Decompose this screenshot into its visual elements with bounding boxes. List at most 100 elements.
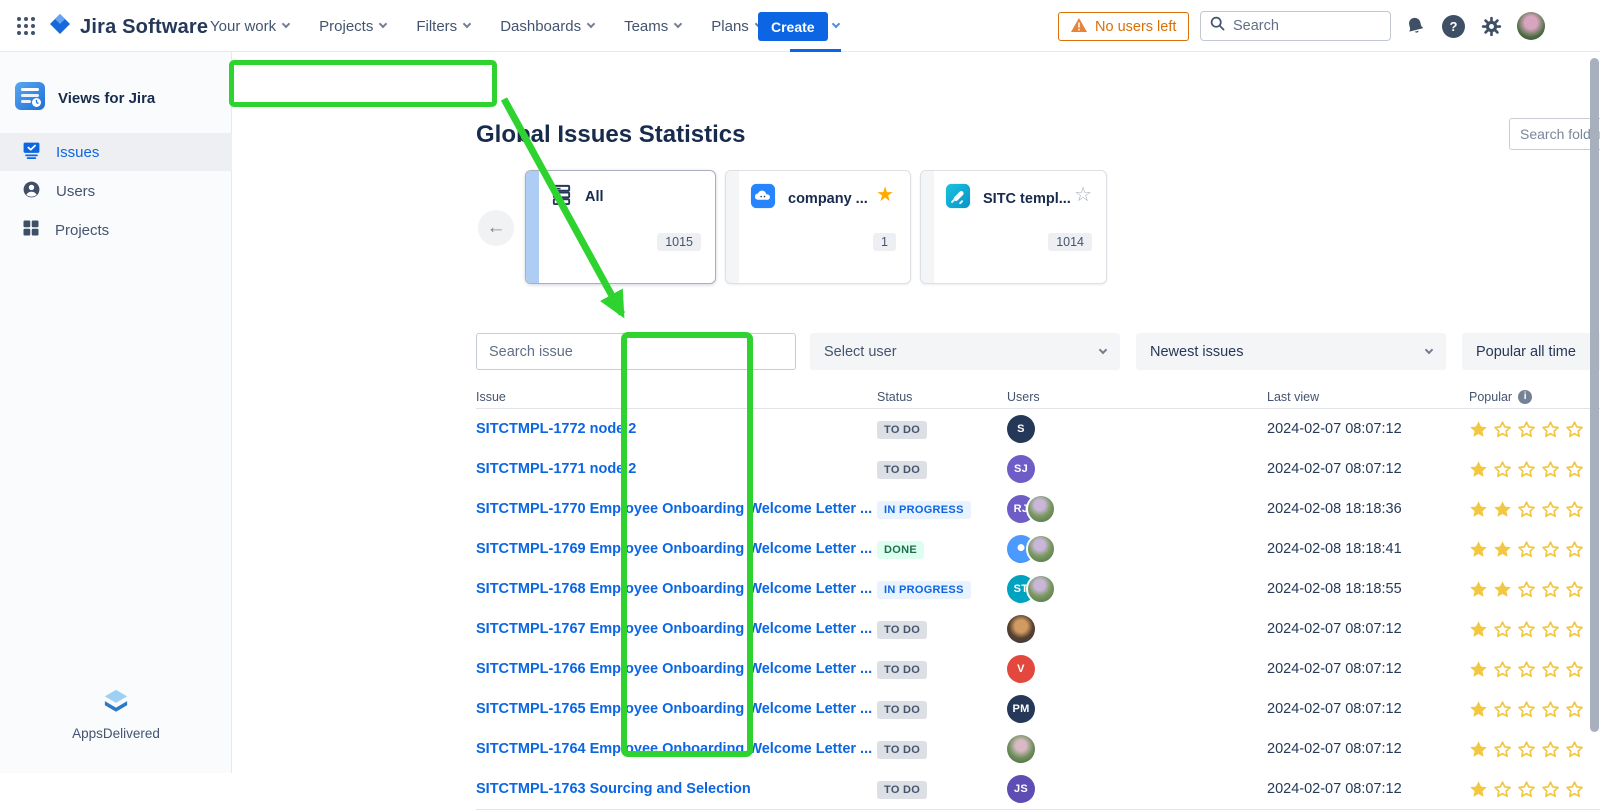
issue-link[interactable]: SITCTMPL-1767 Employee Onboarding Welcom… xyxy=(476,621,872,637)
issue-link[interactable]: SITCTMPL-1763 Sourcing and Selection xyxy=(476,781,751,797)
star-filled-icon[interactable] xyxy=(1469,740,1488,759)
star-filled-icon[interactable] xyxy=(1469,700,1488,719)
star-outline-icon[interactable] xyxy=(1565,780,1584,799)
issue-link[interactable]: SITCTMPL-1768 Employee Onboarding Welcom… xyxy=(476,581,872,597)
star-outline-icon[interactable] xyxy=(1517,740,1536,759)
star-filled-icon[interactable] xyxy=(1493,500,1512,519)
star-outline-icon[interactable] xyxy=(1541,500,1560,519)
star-filled-icon[interactable] xyxy=(1469,540,1488,559)
popular-rating[interactable] xyxy=(1469,580,1600,599)
nav-projects[interactable]: Projects xyxy=(319,0,386,52)
star-outline-icon[interactable] xyxy=(1517,620,1536,639)
star-outline-icon[interactable] xyxy=(1541,780,1560,799)
col-users[interactable]: Users xyxy=(1007,390,1267,404)
star-filled-icon[interactable] xyxy=(1469,620,1488,639)
sidebar-item-projects[interactable]: Projects xyxy=(0,211,232,249)
col-last-view[interactable]: Last view xyxy=(1267,390,1469,404)
star-outline-icon[interactable] xyxy=(1517,460,1536,479)
popular-range-dropdown[interactable]: Popular all time xyxy=(1462,333,1600,370)
issue-link[interactable]: SITCTMPL-1771 node 2 xyxy=(476,461,636,477)
star-outline-icon[interactable] xyxy=(1565,460,1584,479)
star-outline-icon[interactable] xyxy=(1517,500,1536,519)
popular-rating[interactable] xyxy=(1469,460,1600,479)
star-filled-icon[interactable] xyxy=(1469,460,1488,479)
star-outline-icon[interactable] xyxy=(1565,540,1584,559)
star-outline-icon[interactable] xyxy=(1565,620,1584,639)
star-filled-icon[interactable] xyxy=(1469,780,1488,799)
star-outline-icon[interactable] xyxy=(1541,540,1560,559)
nav-filters[interactable]: Filters xyxy=(416,0,470,52)
star-outline-icon[interactable] xyxy=(1565,660,1584,679)
col-issue[interactable]: Issue xyxy=(476,390,877,404)
sidebar-app-header[interactable]: Views for Jira xyxy=(14,80,155,117)
star-outline-icon[interactable] xyxy=(1493,420,1512,439)
star-outline-icon[interactable] xyxy=(1565,700,1584,719)
star-filled-icon[interactable] xyxy=(1469,580,1488,599)
jira-logo[interactable]: Jira Software xyxy=(48,12,208,43)
sort-dropdown[interactable]: Newest issues xyxy=(1136,333,1446,370)
notifications-bell-icon[interactable] xyxy=(1405,0,1426,52)
star-outline-icon[interactable] xyxy=(1517,700,1536,719)
user-avatar[interactable] xyxy=(1517,0,1545,52)
popular-rating[interactable] xyxy=(1469,740,1600,759)
star-outline-icon[interactable] xyxy=(1565,740,1584,759)
favorite-star-icon[interactable]: ★ xyxy=(876,185,894,205)
nav-dashboards[interactable]: Dashboards xyxy=(500,0,594,52)
popular-rating[interactable] xyxy=(1469,420,1600,439)
star-outline-icon[interactable] xyxy=(1565,500,1584,519)
star-filled-icon[interactable] xyxy=(1469,500,1488,519)
sidebar-item-issues[interactable]: Issues xyxy=(0,133,232,171)
col-status[interactable]: Status xyxy=(877,390,1007,404)
star-outline-icon[interactable] xyxy=(1541,460,1560,479)
issue-link[interactable]: SITCTMPL-1772 node 2 xyxy=(476,421,636,437)
nav-teams[interactable]: Teams xyxy=(624,0,681,52)
star-outline-icon[interactable] xyxy=(1517,660,1536,679)
star-filled-icon[interactable] xyxy=(1469,420,1488,439)
folder-card-all[interactable]: All 1015 xyxy=(525,170,716,284)
issue-link[interactable]: SITCTMPL-1769 Employee Onboarding Welcom… xyxy=(476,541,872,557)
star-outline-icon[interactable] xyxy=(1541,660,1560,679)
star-outline-icon[interactable] xyxy=(1541,580,1560,599)
star-outline-icon[interactable] xyxy=(1541,700,1560,719)
star-outline-icon[interactable] xyxy=(1541,620,1560,639)
star-outline-icon[interactable] xyxy=(1565,420,1584,439)
sidebar-item-users[interactable]: Users xyxy=(0,172,232,210)
carousel-prev-button[interactable]: ← xyxy=(478,210,514,246)
popular-rating[interactable] xyxy=(1469,500,1600,519)
star-outline-icon[interactable] xyxy=(1541,420,1560,439)
app-switcher-icon[interactable] xyxy=(16,16,36,36)
folder-card-company[interactable]: company ... ★ 1 xyxy=(725,170,911,284)
info-icon[interactable]: i xyxy=(1518,390,1532,404)
search-issue-input[interactable] xyxy=(476,333,796,370)
select-user-dropdown[interactable]: Select user xyxy=(810,333,1120,370)
help-icon[interactable]: ? xyxy=(1442,0,1465,52)
nav-plans[interactable]: Plans xyxy=(711,0,762,52)
star-outline-icon[interactable] xyxy=(1517,540,1536,559)
star-outline-icon[interactable] xyxy=(1493,620,1512,639)
star-outline-icon[interactable] xyxy=(1517,420,1536,439)
issue-link[interactable]: SITCTMPL-1765 Employee Onboarding Welcom… xyxy=(476,701,872,717)
popular-rating[interactable] xyxy=(1469,780,1600,799)
favorite-star-outline-icon[interactable]: ☆ xyxy=(1074,185,1092,205)
issue-link[interactable]: SITCTMPL-1770 Employee Onboarding Welcom… xyxy=(476,501,872,517)
star-outline-icon[interactable] xyxy=(1541,740,1560,759)
star-filled-icon[interactable] xyxy=(1493,580,1512,599)
star-outline-icon[interactable] xyxy=(1493,660,1512,679)
popular-rating[interactable] xyxy=(1469,620,1600,639)
popular-rating[interactable] xyxy=(1469,540,1600,559)
issue-link[interactable]: SITCTMPL-1764 Employee Onboarding Welcom… xyxy=(476,741,872,757)
star-outline-icon[interactable] xyxy=(1517,780,1536,799)
star-outline-icon[interactable] xyxy=(1493,700,1512,719)
no-users-left-warning[interactable]: No users left xyxy=(1058,12,1189,41)
star-filled-icon[interactable] xyxy=(1469,660,1488,679)
nav-your-work[interactable]: Your work xyxy=(210,0,289,52)
vertical-scrollbar[interactable] xyxy=(1590,58,1599,732)
star-outline-icon[interactable] xyxy=(1493,780,1512,799)
popular-rating[interactable] xyxy=(1469,660,1600,679)
issue-link[interactable]: SITCTMPL-1766 Employee Onboarding Welcom… xyxy=(476,661,872,677)
settings-gear-icon[interactable] xyxy=(1481,0,1502,52)
col-popular[interactable]: Populari xyxy=(1469,390,1600,404)
star-outline-icon[interactable] xyxy=(1493,460,1512,479)
search-folders-input[interactable] xyxy=(1509,118,1600,150)
star-outline-icon[interactable] xyxy=(1517,580,1536,599)
